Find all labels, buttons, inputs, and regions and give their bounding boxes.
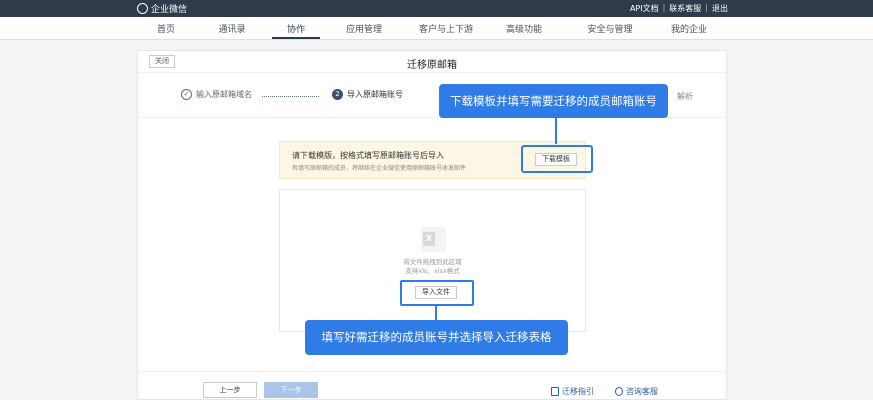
import-file-button[interactable]: 导入文件: [415, 286, 457, 299]
excel-file-icon: X: [421, 227, 446, 252]
wecom-logo-icon: [137, 3, 148, 14]
active-tab-indicator: [272, 37, 320, 39]
document-icon: [551, 387, 559, 396]
file-dropzone[interactable]: X 将文件拖拽到此区域 支持xls、xlsx格式: [279, 189, 586, 332]
nav-security[interactable]: 安全与管理: [575, 22, 645, 35]
page-title: 迁移原邮箱: [407, 60, 457, 71]
divider: |: [662, 3, 666, 12]
api-docs-link[interactable]: API文档: [630, 3, 659, 14]
step-1-label: 输入原邮箱域名: [196, 90, 252, 99]
step-2-label: 导入原邮箱账号: [347, 90, 403, 99]
download-highlight: 下载模板: [521, 145, 593, 173]
divider: [138, 371, 726, 372]
step-2-number: 2: [332, 89, 343, 100]
step-2: 2 导入原邮箱账号: [332, 89, 403, 100]
nav-my-company[interactable]: 我的企业: [654, 22, 724, 35]
contact-service-link[interactable]: 联系客服: [669, 3, 701, 14]
main-nav: 首页 通讯录 协作 应用管理 客户与上下游 高级功能 安全与管理 我的企业: [0, 17, 873, 40]
callout-connector: [555, 117, 557, 144]
nav-home[interactable]: 首页: [131, 22, 201, 35]
consult-service-link[interactable]: 咨询客服: [615, 386, 658, 397]
download-callout: 下载模板并填写需要迁移的成员邮箱账号: [439, 84, 668, 118]
migration-guide-link[interactable]: 迁移指引: [551, 386, 594, 397]
divider: |: [705, 3, 708, 12]
card-header: 关闭 迁移原邮箱: [138, 51, 726, 73]
previous-step-button[interactable]: 上一步: [203, 382, 257, 398]
brand-logo[interactable]: 企业微信: [137, 2, 187, 15]
callout-connector: [435, 306, 437, 321]
logout-link[interactable]: 退出: [712, 3, 728, 14]
migration-guide-label: 迁移指引: [562, 387, 594, 396]
top-bar: 企业微信 API文档 | 联系客服 | 退出: [0, 0, 873, 17]
nav-advanced[interactable]: 高级功能: [489, 22, 559, 35]
step-3-label: 解析: [677, 92, 693, 101]
nav-collaboration[interactable]: 协作: [261, 22, 331, 35]
step-1: ✓ 输入原邮箱域名: [181, 89, 252, 100]
import-highlight: 导入文件: [400, 280, 474, 306]
download-template-button[interactable]: 下载模板: [535, 153, 577, 166]
notice-title: 请下载模版，按格式填写原邮箱账号后导入: [292, 151, 444, 160]
step-connector: [262, 96, 319, 97]
format-hint: 支持xls、xlsx格式: [405, 267, 460, 275]
headset-icon: [615, 387, 623, 396]
next-step-button[interactable]: 下一步: [264, 382, 318, 398]
brand-name: 企业微信: [151, 5, 188, 15]
excel-letter: X: [423, 232, 435, 246]
nav-customers[interactable]: 客户与上下游: [411, 22, 481, 35]
consult-service-label: 咨询客服: [626, 387, 658, 396]
nav-contacts[interactable]: 通讯录: [197, 22, 267, 35]
import-callout: 填写好需迁移的成员账号并选择导入迁移表格: [305, 320, 568, 355]
check-icon: ✓: [181, 89, 192, 100]
top-links: API文档 | 联系客服 | 退出: [630, 3, 728, 14]
nav-app-management[interactable]: 应用管理: [329, 22, 399, 35]
notice-subtitle: 有填写原邮箱的成员，将继续在企业微信使用原邮箱账号收发邮件: [292, 165, 467, 172]
